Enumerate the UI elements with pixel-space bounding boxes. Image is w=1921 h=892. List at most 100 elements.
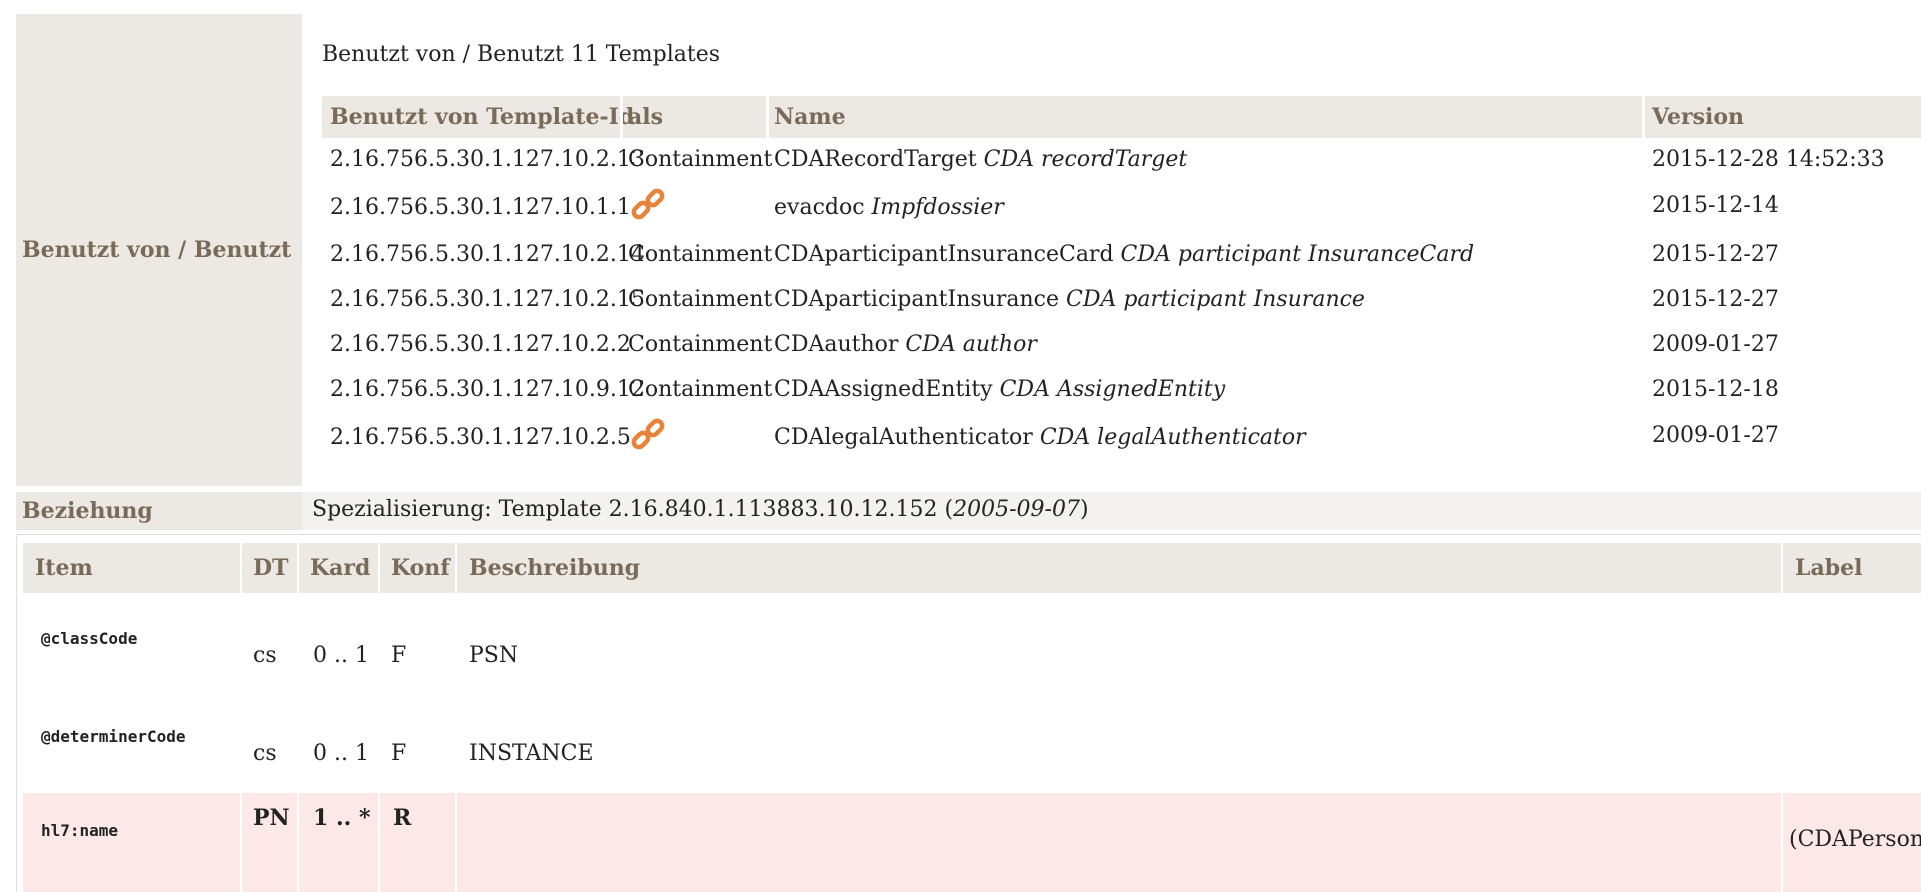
- item-row-highlighted: hl7:name PN 1 .. * R (CDAPerson): [23, 793, 1921, 892]
- used-by-row: 2.16.756.5.30.1.127.10.2.5 CDAlegalAuthe…: [322, 413, 1921, 463]
- item-name[interactable]: hl7:name: [41, 821, 118, 840]
- template-display-name: CDA AssignedEntity: [999, 377, 1226, 402]
- template-version: 2015-12-27: [1652, 242, 1779, 267]
- link-icon[interactable]: [628, 415, 668, 455]
- column-separator: [240, 793, 242, 892]
- template-id-link[interactable]: 2.16.756.5.30.1.127.10.2.13: [330, 147, 645, 172]
- template-version: 2015-12-28 14:52:33: [1652, 147, 1885, 172]
- header-konf: Konf: [391, 555, 450, 581]
- template-display-name: CDA author: [905, 332, 1037, 357]
- item-konf: R: [393, 805, 412, 831]
- item-konf: F: [391, 741, 407, 766]
- template-name: CDAparticipantInsurance CDA participant …: [774, 287, 1365, 312]
- header-version: Version: [1652, 104, 1745, 130]
- used-section-label-text: Benutzt von / Benutzt: [22, 237, 292, 263]
- template-version: 2015-12-27: [1652, 287, 1779, 312]
- item-dt: cs: [253, 741, 277, 766]
- item-dt: PN: [253, 805, 290, 831]
- header-separator: [455, 543, 457, 593]
- column-separator: [455, 793, 457, 892]
- column-separator: [378, 793, 380, 892]
- header-als: als: [628, 104, 663, 130]
- item-dt: cs: [253, 643, 277, 668]
- items-table: Item DT Kard Konf Beschreibung Label @cl…: [16, 534, 1921, 892]
- relation-type: Containment: [628, 147, 773, 172]
- template-display-name: CDA participant Insurance: [1065, 287, 1365, 312]
- template-display-name: Impfdossier: [871, 195, 1004, 220]
- template-id-link[interactable]: 2.16.756.5.30.1.127.10.9.12: [330, 377, 645, 402]
- header-separator: [766, 96, 769, 138]
- relation-label: Beziehung: [16, 492, 302, 530]
- template-name: CDAlegalAuthenticator CDA legalAuthentic…: [774, 425, 1306, 450]
- header-item: Item: [35, 555, 93, 581]
- template-id-link[interactable]: 2.16.756.5.30.1.127.10.2.2: [330, 332, 631, 357]
- template-name: CDAparticipantInsuranceCard CDA particip…: [774, 242, 1474, 267]
- template-name-text: CDAAssignedEntity: [774, 377, 993, 402]
- template-name-text: CDAparticipantInsurance: [774, 287, 1059, 312]
- used-section-title: Benutzt von / Benutzt 11 Templates: [322, 42, 721, 67]
- template-display-name: CDA recordTarget: [983, 147, 1188, 172]
- item-konf: F: [391, 643, 407, 668]
- item-row: @determinerCode cs 0 .. 1 F INSTANCE: [23, 695, 1921, 791]
- used-by-row: 2.16.756.5.30.1.127.10.2.14 Containment …: [322, 233, 1921, 278]
- template-name: CDAAssignedEntity CDA AssignedEntity: [774, 377, 1225, 402]
- template-name-text: evacdoc: [774, 195, 865, 220]
- used-by-row: 2.16.756.5.30.1.127.10.2.2 Containment C…: [322, 323, 1921, 368]
- template-name-text: CDAparticipantInsuranceCard: [774, 242, 1114, 267]
- template-name-text: CDAlegalAuthenticator: [774, 425, 1033, 450]
- template-name: evacdoc Impfdossier: [774, 195, 1004, 220]
- relation-value: Spezialisierung: Template 2.16.840.1.113…: [302, 492, 1921, 530]
- template-name-text: CDARecordTarget: [774, 147, 977, 172]
- used-section-label: Benutzt von / Benutzt: [16, 14, 302, 486]
- item-beschreibung: PSN: [469, 643, 519, 668]
- item-name[interactable]: @determinerCode: [41, 727, 186, 746]
- used-by-table: Benutzt von Template-Id als Name Version…: [322, 96, 1921, 463]
- item-kard: 0 .. 1: [313, 741, 369, 766]
- header-separator: [378, 543, 380, 593]
- link-icon[interactable]: [628, 185, 668, 225]
- template-name-text: CDAauthor: [774, 332, 899, 357]
- template-id-link[interactable]: 2.16.756.5.30.1.127.10.1.1: [330, 195, 631, 220]
- item-kard: 0 .. 1: [313, 643, 369, 668]
- relation-date: 2005-09-07: [953, 497, 1080, 522]
- column-separator: [297, 793, 299, 892]
- template-id-link[interactable]: 2.16.756.5.30.1.127.10.2.5: [330, 425, 631, 450]
- relation-suffix: ): [1079, 497, 1089, 522]
- template-id-link[interactable]: 2.16.756.5.30.1.127.10.2.15: [330, 287, 645, 312]
- header-separator: [1642, 96, 1645, 138]
- item-label: (CDAPerson): [1789, 827, 1921, 852]
- header-template-id: Benutzt von Template-Id: [330, 104, 635, 130]
- header-beschreibung: Beschreibung: [469, 555, 641, 581]
- relation-type: Containment: [628, 332, 773, 357]
- used-by-row: 2.16.756.5.30.1.127.10.9.12 Containment …: [322, 368, 1921, 413]
- used-by-row: 2.16.756.5.30.1.127.10.2.15 Containment …: [322, 278, 1921, 323]
- header-kard: Kard: [310, 555, 371, 581]
- template-display-name: CDA legalAuthenticator: [1039, 425, 1306, 450]
- template-name: CDAauthor CDA author: [774, 332, 1037, 357]
- used-section-content: Benutzt von / Benutzt 11 Templates Benut…: [302, 14, 1921, 486]
- header-separator: [297, 543, 299, 593]
- header-label: Label: [1795, 555, 1863, 581]
- relation-prefix: Spezialisierung: Template 2.16.840.1.113…: [312, 497, 954, 522]
- items-table-header: Item DT Kard Konf Beschreibung Label: [23, 543, 1921, 593]
- template-version: 2015-12-14: [1652, 193, 1779, 218]
- header-separator: [620, 96, 623, 138]
- template-version: 2009-01-27: [1652, 332, 1779, 357]
- item-row: @classCode cs 0 .. 1 F PSN: [23, 597, 1921, 693]
- template-version: 2009-01-27: [1652, 423, 1779, 448]
- column-separator: [1781, 793, 1783, 892]
- header-separator: [240, 543, 242, 593]
- item-name[interactable]: @classCode: [41, 629, 137, 648]
- header-separator: [1781, 543, 1783, 593]
- template-version: 2015-12-18: [1652, 377, 1779, 402]
- header-name: Name: [774, 104, 846, 130]
- template-name: CDARecordTarget CDA recordTarget: [774, 147, 1187, 172]
- header-dt: DT: [253, 555, 289, 581]
- template-details: Benutzt von / Benutzt Benutzt von / Benu…: [0, 0, 1921, 892]
- used-by-row: 2.16.756.5.30.1.127.10.2.13 Containment …: [322, 138, 1921, 183]
- template-id-link[interactable]: 2.16.756.5.30.1.127.10.2.14: [330, 242, 645, 267]
- used-by-row: 2.16.756.5.30.1.127.10.1.1 evacdoc Impfd…: [322, 183, 1921, 233]
- item-kard: 1 .. *: [313, 805, 371, 831]
- used-by-table-header: Benutzt von Template-Id als Name Version: [322, 96, 1921, 138]
- relation-type: Containment: [628, 377, 773, 402]
